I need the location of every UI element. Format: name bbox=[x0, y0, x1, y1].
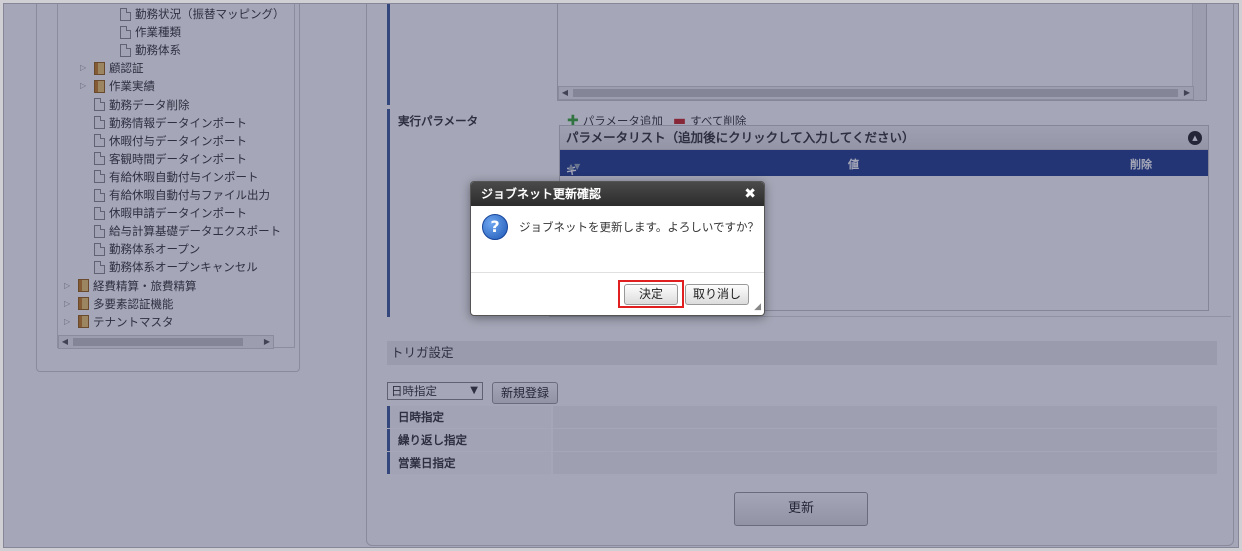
dialog-body: ? ジョブネットを更新します。よろしいですか？ bbox=[471, 206, 764, 273]
resize-grip-icon[interactable]: ◢ bbox=[754, 302, 761, 312]
dialog-titlebar[interactable]: ジョブネット更新確認 ✖ bbox=[471, 182, 764, 206]
close-icon[interactable]: ✖ bbox=[744, 182, 756, 206]
cancel-button[interactable]: 取り消し bbox=[685, 284, 749, 305]
dialog-message: ジョブネットを更新します。よろしいですか？ bbox=[519, 220, 760, 234]
question-icon: ? bbox=[482, 214, 508, 240]
dialog-title: ジョブネット更新確認 bbox=[481, 187, 602, 201]
cancel-label: 取り消し bbox=[692, 287, 741, 301]
ok-button-highlight bbox=[618, 280, 684, 308]
